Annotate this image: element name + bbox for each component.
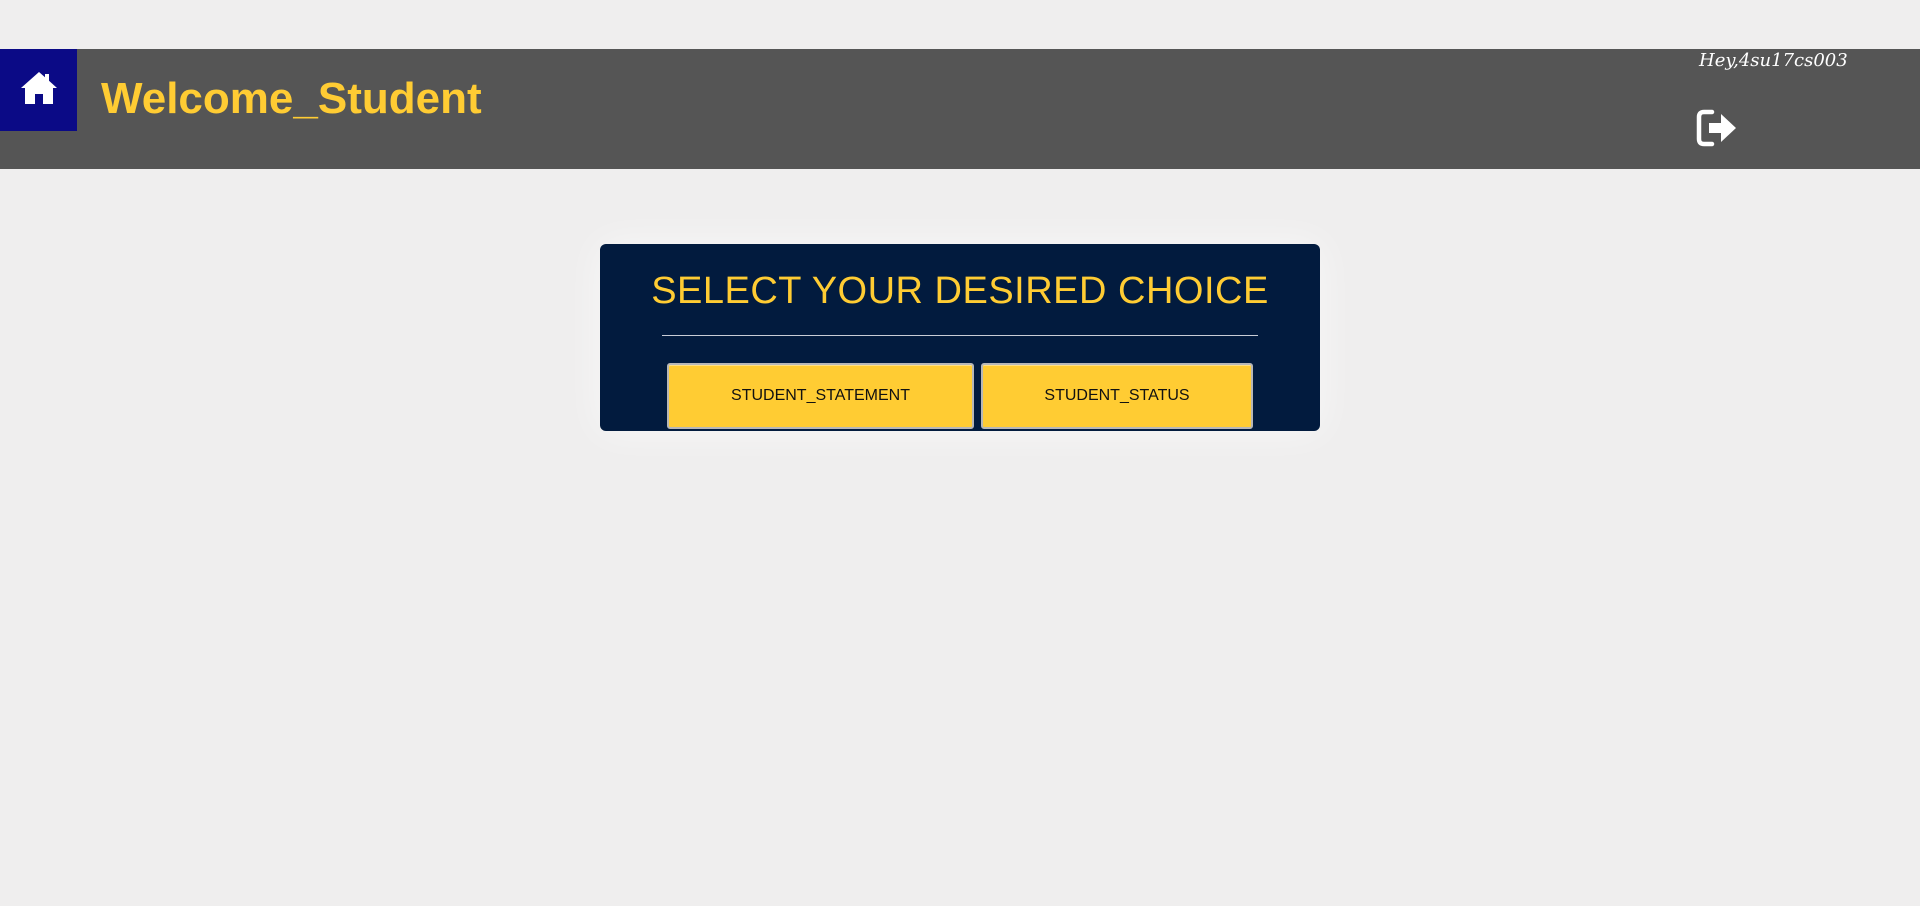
home-icon	[19, 69, 59, 112]
choice-panel: SELECT YOUR DESIRED CHOICE STUDENT_STATE…	[600, 244, 1320, 431]
page-title: Welcome_Student	[101, 74, 482, 123]
home-button[interactable]	[0, 49, 77, 131]
top-header: Welcome_Student Hey,4su17cs003	[0, 49, 1920, 169]
user-greeting: Hey,4su17cs003	[1699, 50, 1848, 71]
student-status-button[interactable]: STUDENT_STATUS	[981, 363, 1253, 429]
panel-title: SELECT YOUR DESIRED CHOICE	[651, 270, 1269, 312]
student-statement-button[interactable]: STUDENT_STATEMENT	[667, 363, 974, 429]
sign-out-icon	[1696, 109, 1740, 152]
logout-button[interactable]	[1696, 108, 1740, 148]
divider	[662, 335, 1258, 336]
